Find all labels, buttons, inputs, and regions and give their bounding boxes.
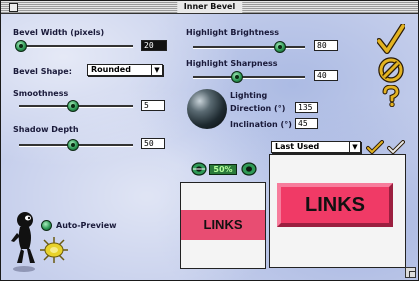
highlight-sharpness-field[interactable]: 40: [314, 70, 338, 81]
window-title: Inner Bevel: [176, 1, 243, 13]
preset-select[interactable]: Last Used ▼: [271, 141, 361, 153]
zoom-out-icon[interactable]: [241, 162, 257, 176]
highlight-sharpness-label: Highlight Sharpness: [186, 59, 278, 68]
checkmark-icon[interactable]: [377, 24, 405, 54]
zoom-level: 50%: [209, 164, 237, 175]
delete-preset-icon[interactable]: [387, 140, 405, 154]
highlight-sharpness-slider[interactable]: [231, 71, 243, 83]
direction-field[interactable]: 135: [295, 102, 318, 113]
smoothness-field[interactable]: 5: [141, 100, 165, 111]
preset-value: Last Used: [275, 142, 320, 151]
original-preview[interactable]: LINKS: [180, 182, 266, 269]
result-preview[interactable]: LINKS: [269, 154, 406, 268]
shadow-depth-label: Shadow Depth: [13, 125, 79, 134]
smoothness-label: Smoothness: [13, 89, 69, 98]
auto-preview-checkbox[interactable]: [41, 220, 52, 231]
zoom-in-icon[interactable]: [191, 162, 207, 176]
highlight-brightness-track[interactable]: [193, 46, 305, 49]
save-preset-icon[interactable]: [366, 140, 384, 154]
highlight-brightness-field[interactable]: 80: [314, 40, 338, 51]
sun-icon: [40, 237, 68, 263]
shadow-depth-slider[interactable]: [67, 139, 79, 151]
highlight-sharpness-track[interactable]: [193, 76, 305, 79]
shadow-depth-field[interactable]: 50: [141, 138, 165, 149]
bevel-shape-select[interactable]: Rounded ▼: [87, 64, 163, 76]
result-links-image: LINKS: [277, 183, 393, 227]
highlight-brightness-slider[interactable]: [274, 41, 286, 53]
auto-preview-label: Auto-Preview: [56, 221, 117, 230]
original-links-image: LINKS: [181, 210, 265, 240]
bevel-width-track[interactable]: [19, 45, 133, 48]
plugin-window: Inner Bevel Bevel Width (pixels) 20 Beve…: [0, 0, 419, 281]
chevron-down-icon: ▼: [151, 65, 162, 75]
title-bar[interactable]: Inner Bevel: [1, 1, 418, 14]
resize-grip[interactable]: [405, 267, 416, 278]
close-box[interactable]: [9, 3, 18, 12]
direction-label: Direction (°): [230, 104, 286, 113]
bug-mascot-icon: [11, 212, 35, 272]
lighting-label: Lighting: [230, 91, 268, 100]
bevel-shape-value: Rounded: [91, 65, 131, 74]
bevel-width-label: Bevel Width (pixels): [13, 28, 105, 37]
bevel-width-field[interactable]: 20: [141, 40, 167, 51]
help-icon[interactable]: [381, 85, 401, 107]
chevron-down-icon: ▼: [349, 142, 360, 152]
bevel-width-slider[interactable]: [15, 40, 27, 52]
smoothness-slider[interactable]: [67, 100, 79, 112]
lighting-sphere[interactable]: [187, 89, 227, 129]
inclination-field[interactable]: 45: [295, 118, 318, 129]
bevel-shape-label: Bevel Shape:: [13, 67, 72, 76]
inclination-label: Inclination (°): [230, 120, 292, 129]
cancel-icon[interactable]: [378, 57, 404, 83]
highlight-brightness-label: Highlight Brightness: [186, 28, 280, 37]
